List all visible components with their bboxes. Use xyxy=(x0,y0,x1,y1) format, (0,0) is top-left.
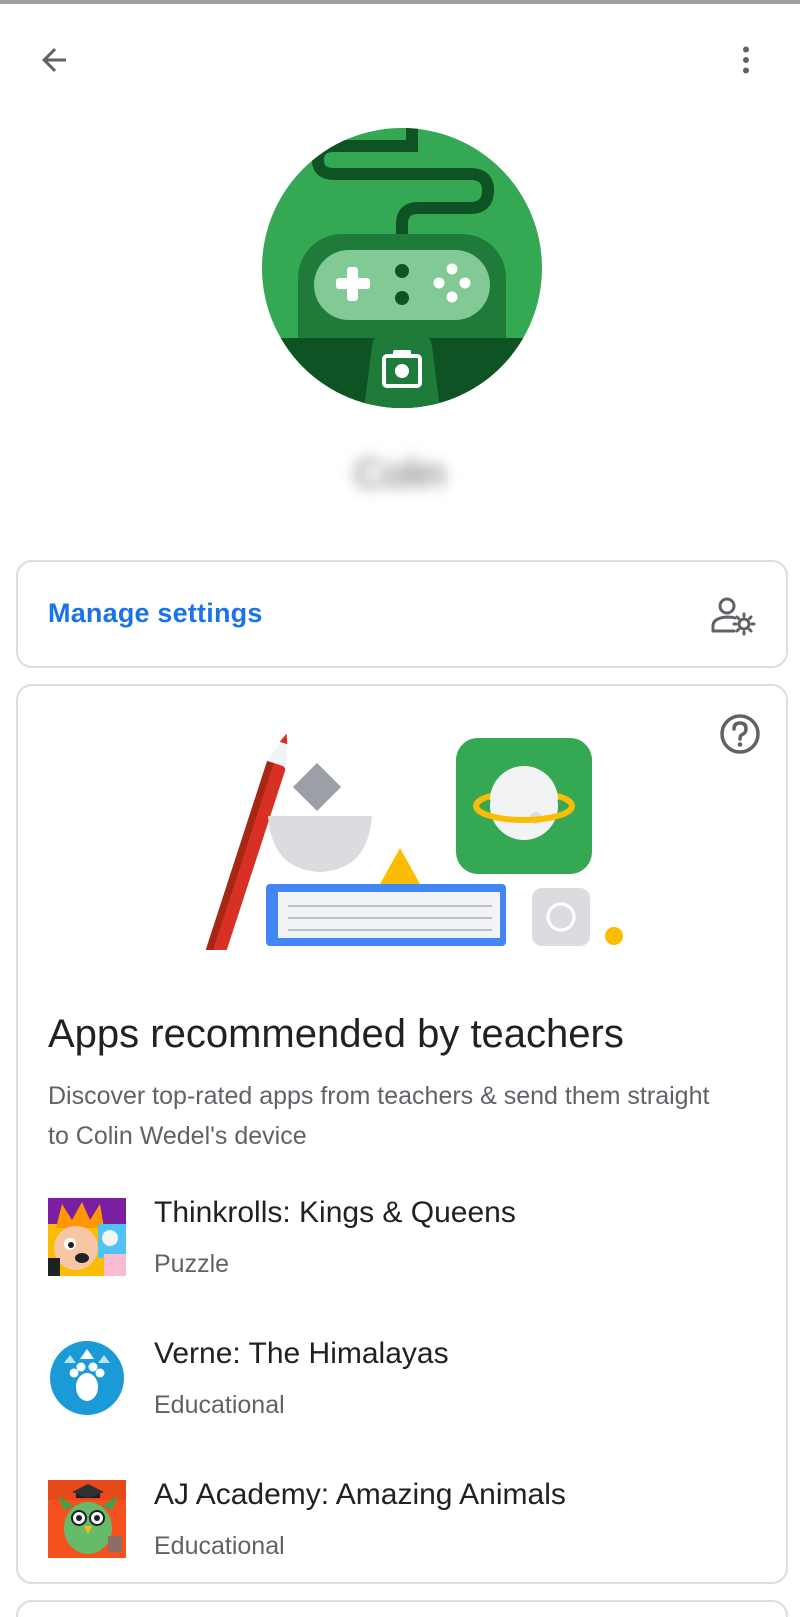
app-name: Thinkrolls: Kings & Queens xyxy=(154,1196,516,1229)
education-illustration xyxy=(205,733,623,950)
status-divider xyxy=(0,0,800,4)
manage-settings-card[interactable]: Manage settings xyxy=(16,560,788,668)
aj-academy-app-icon xyxy=(48,1480,126,1558)
verne-app-icon xyxy=(48,1339,126,1417)
manage-settings-link[interactable]: Manage settings xyxy=(48,598,263,629)
app-category: Educational xyxy=(154,1532,285,1560)
section-title: Apps recommended by teachers xyxy=(48,1012,624,1056)
app-category: Educational xyxy=(154,1391,285,1419)
help-icon xyxy=(720,714,760,754)
list-item[interactable]: AJ Academy: Amazing Animals Educational xyxy=(48,1474,748,1615)
help-button[interactable] xyxy=(718,712,762,756)
section-description: Discover top-rated apps from teachers & … xyxy=(48,1082,710,1150)
more-options-button[interactable] xyxy=(722,36,770,84)
manage-accounts-icon xyxy=(711,597,756,636)
list-item[interactable]: Verne: The Himalayas Educational xyxy=(48,1333,748,1474)
app-category: Puzzle xyxy=(154,1250,230,1278)
more-vert-icon xyxy=(743,46,749,74)
gamepad-avatar xyxy=(262,128,542,408)
back-button[interactable] xyxy=(30,36,78,84)
arrow-back-icon xyxy=(42,48,66,72)
app-name: AJ Academy: Amazing Animals xyxy=(154,1478,566,1511)
list-item[interactable]: Thinkrolls: Kings & Queens Puzzle xyxy=(48,1192,748,1333)
app-name: Verne: The Himalayas xyxy=(154,1337,449,1370)
recommended-apps-card: Apps recommended by teachers Discover to… xyxy=(16,684,788,1584)
next-card-edge xyxy=(16,1600,788,1617)
thinkrolls-app-icon xyxy=(48,1198,126,1276)
profile-avatar[interactable] xyxy=(262,128,542,408)
page: Colin Manage settings Apps recommended b… xyxy=(0,0,800,1617)
profile-name: Colin xyxy=(354,452,446,496)
app-list: Thinkrolls: Kings & Queens Puzzle Verne:… xyxy=(48,1192,748,1615)
